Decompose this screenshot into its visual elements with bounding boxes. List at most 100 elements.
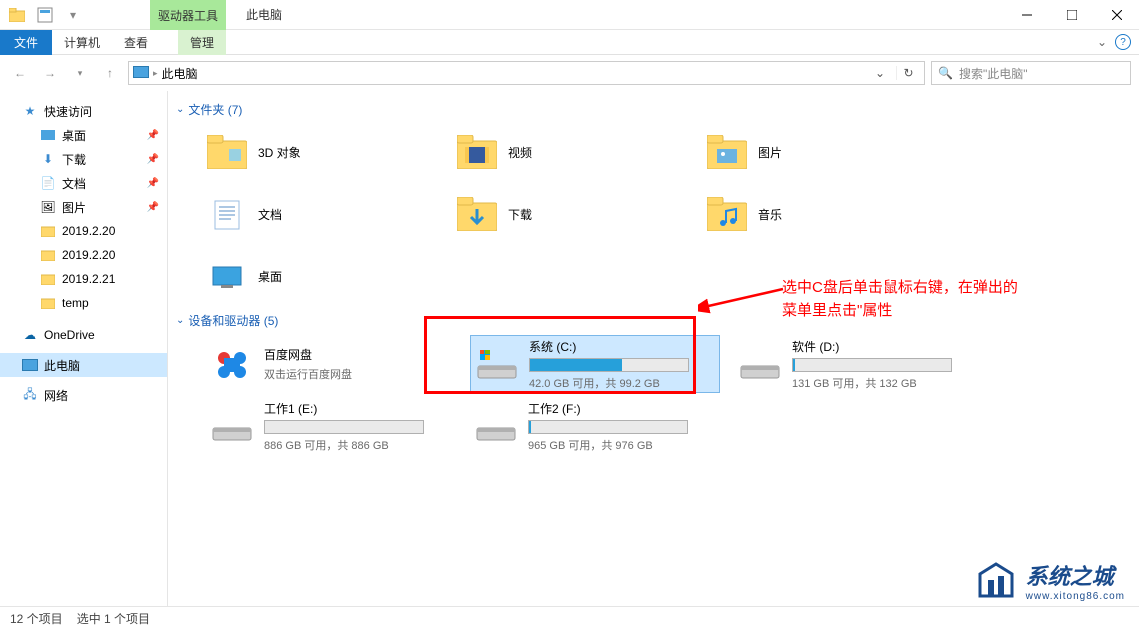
drive-name: 系统 (C:) [529, 338, 715, 355]
forward-button[interactable]: → [38, 61, 62, 85]
pin-icon: 📌 [147, 178, 159, 189]
group-title: 文件夹 (7) [188, 101, 242, 118]
folder-music[interactable]: 音乐 [706, 186, 936, 242]
drive-d[interactable]: 软件 (D:) 131 GB 可用，共 132 GB [734, 335, 984, 393]
sidebar-item-network[interactable]: 🖧 网络 [0, 383, 167, 407]
folder-downloads[interactable]: 下载 [456, 186, 686, 242]
sidebar-item-label: 下载 [62, 151, 86, 168]
document-icon: 📄 [40, 175, 56, 191]
help-icon[interactable]: ? [1115, 34, 1131, 50]
watermark: 系统之城 www.xitong86.com [974, 558, 1125, 602]
explorer-icon [6, 4, 28, 26]
sidebar-item-pictures[interactable]: 🖼 图片 📌 [0, 195, 167, 219]
maximize-button[interactable] [1049, 0, 1094, 30]
folder-icon [40, 295, 56, 311]
folder-label: 图片 [758, 144, 782, 161]
folder-label: 音乐 [758, 206, 782, 223]
this-pc-icon [133, 66, 149, 81]
sidebar-item-label: 2019.2.20 [62, 248, 115, 262]
chevron-down-icon: ⌄ [176, 104, 184, 115]
sidebar-item-label: 2019.2.21 [62, 272, 115, 286]
manage-tab[interactable]: 管理 [178, 30, 226, 55]
folder-icon [706, 193, 748, 235]
watermark-text: 系统之城 [1026, 559, 1125, 591]
back-button[interactable]: ← [8, 61, 32, 85]
drive-stats: 886 GB 可用，共 886 GB [264, 437, 452, 453]
folder-label: 3D 对象 [258, 144, 301, 161]
pictures-icon: 🖼 [40, 199, 56, 215]
quick-access-toolbar: ▾ [0, 4, 90, 26]
drive-name: 软件 (D:) [792, 338, 980, 355]
drive-usage-bar [529, 358, 689, 372]
drive-sub: 双击运行百度网盘 [264, 366, 452, 382]
drive-e[interactable]: 工作1 (E:) 886 GB 可用，共 886 GB [206, 397, 456, 455]
sidebar-item-this-pc[interactable]: 此电脑 [0, 353, 167, 377]
drive-c[interactable]: 系统 (C:) 42.0 GB 可用，共 99.2 GB [470, 335, 720, 393]
drive-icon [738, 342, 782, 386]
folder-label: 文档 [258, 206, 282, 223]
folder-pictures[interactable]: 图片 [706, 124, 936, 180]
sidebar-item-label: 文档 [62, 175, 86, 192]
quick-access[interactable]: ★ 快速访问 [0, 99, 167, 123]
search-placeholder: 搜索"此电脑" [959, 65, 1028, 82]
address-bar[interactable]: ▸ 此电脑 ⌄ ↻ [128, 61, 925, 85]
ribbon-tabs: 文件 计算机 查看 管理 ⌄ ? [0, 30, 1139, 55]
chevron-down-icon: ⌄ [176, 315, 184, 326]
this-pc-icon [22, 357, 38, 373]
baidu-netdisk[interactable]: 百度网盘 双击运行百度网盘 [206, 335, 456, 393]
folder-icon [456, 131, 498, 173]
address-dropdown-icon[interactable]: ⌄ [868, 66, 892, 80]
folder-desktop[interactable]: 桌面 [206, 248, 436, 304]
quick-access-label: 快速访问 [44, 103, 92, 120]
sidebar-item-label: 桌面 [62, 127, 86, 144]
breadcrumb-segment[interactable]: 此电脑 [162, 65, 198, 82]
annotation-line: 菜单里点击"属性 [782, 300, 1018, 323]
properties-icon[interactable] [34, 4, 56, 26]
folder-videos[interactable]: 视频 [456, 124, 686, 180]
drive-stats: 42.0 GB 可用，共 99.2 GB [529, 375, 715, 391]
sidebar-item-folder[interactable]: 2019.2.20 [0, 243, 167, 267]
sidebar-item-folder[interactable]: 2019.2.20 [0, 219, 167, 243]
sidebar-item-folder[interactable]: 2019.2.21 [0, 267, 167, 291]
refresh-button[interactable]: ↻ [896, 66, 920, 80]
drive-icon [475, 342, 519, 386]
recent-locations-button[interactable]: ▾ [68, 61, 92, 85]
group-title: 设备和驱动器 (5) [188, 312, 278, 329]
sidebar-item-label: temp [62, 296, 89, 310]
sidebar-item-documents[interactable]: 📄 文档 📌 [0, 171, 167, 195]
drive-name: 工作2 (F:) [528, 400, 716, 417]
ribbon-expand-icon[interactable]: ⌄ [1097, 35, 1107, 49]
folder-label: 视频 [508, 144, 532, 161]
search-input[interactable]: 🔍 搜索"此电脑" [931, 61, 1131, 85]
sidebar-item-desktop[interactable]: 桌面 📌 [0, 123, 167, 147]
folders-group-header[interactable]: ⌄ 文件夹 (7) [176, 101, 1129, 118]
sidebar-item-downloads[interactable]: ⬇ 下载 📌 [0, 147, 167, 171]
computer-tab[interactable]: 计算机 [52, 30, 112, 55]
sidebar-item-folder[interactable]: temp [0, 291, 167, 315]
file-tab[interactable]: 文件 [0, 30, 52, 55]
close-button[interactable] [1094, 0, 1139, 30]
search-icon: 🔍 [938, 66, 953, 80]
onedrive-icon: ☁ [22, 327, 38, 343]
folder-icon [456, 193, 498, 235]
drive-stats: 965 GB 可用，共 976 GB [528, 437, 716, 453]
navigation-pane: ★ 快速访问 桌面 📌 ⬇ 下载 📌 📄 文档 📌 🖼 图片 📌 2019.2.… [0, 91, 168, 606]
folder-documents[interactable]: 文档 [206, 186, 436, 242]
drive-usage-bar [792, 358, 952, 372]
sidebar-item-onedrive[interactable]: ☁ OneDrive [0, 323, 167, 347]
up-button[interactable]: ↑ [98, 61, 122, 85]
baidu-icon [210, 342, 254, 386]
folder-icon [206, 131, 248, 173]
sidebar-item-label: 网络 [44, 387, 68, 404]
folder-3d-objects[interactable]: 3D 对象 [206, 124, 436, 180]
status-bar: 12 个项目 选中 1 个项目 [0, 606, 1139, 630]
qat-dropdown-icon[interactable]: ▾ [62, 4, 84, 26]
view-tab[interactable]: 查看 [112, 30, 160, 55]
folder-icon [206, 255, 248, 297]
minimize-button[interactable] [1004, 0, 1049, 30]
drive-icon [210, 404, 254, 448]
content-pane: ⌄ 文件夹 (7) 3D 对象 视频 图片 文档 下载 [168, 91, 1139, 606]
drive-f[interactable]: 工作2 (F:) 965 GB 可用，共 976 GB [470, 397, 720, 455]
folder-label: 桌面 [258, 268, 282, 285]
star-icon: ★ [22, 103, 38, 119]
